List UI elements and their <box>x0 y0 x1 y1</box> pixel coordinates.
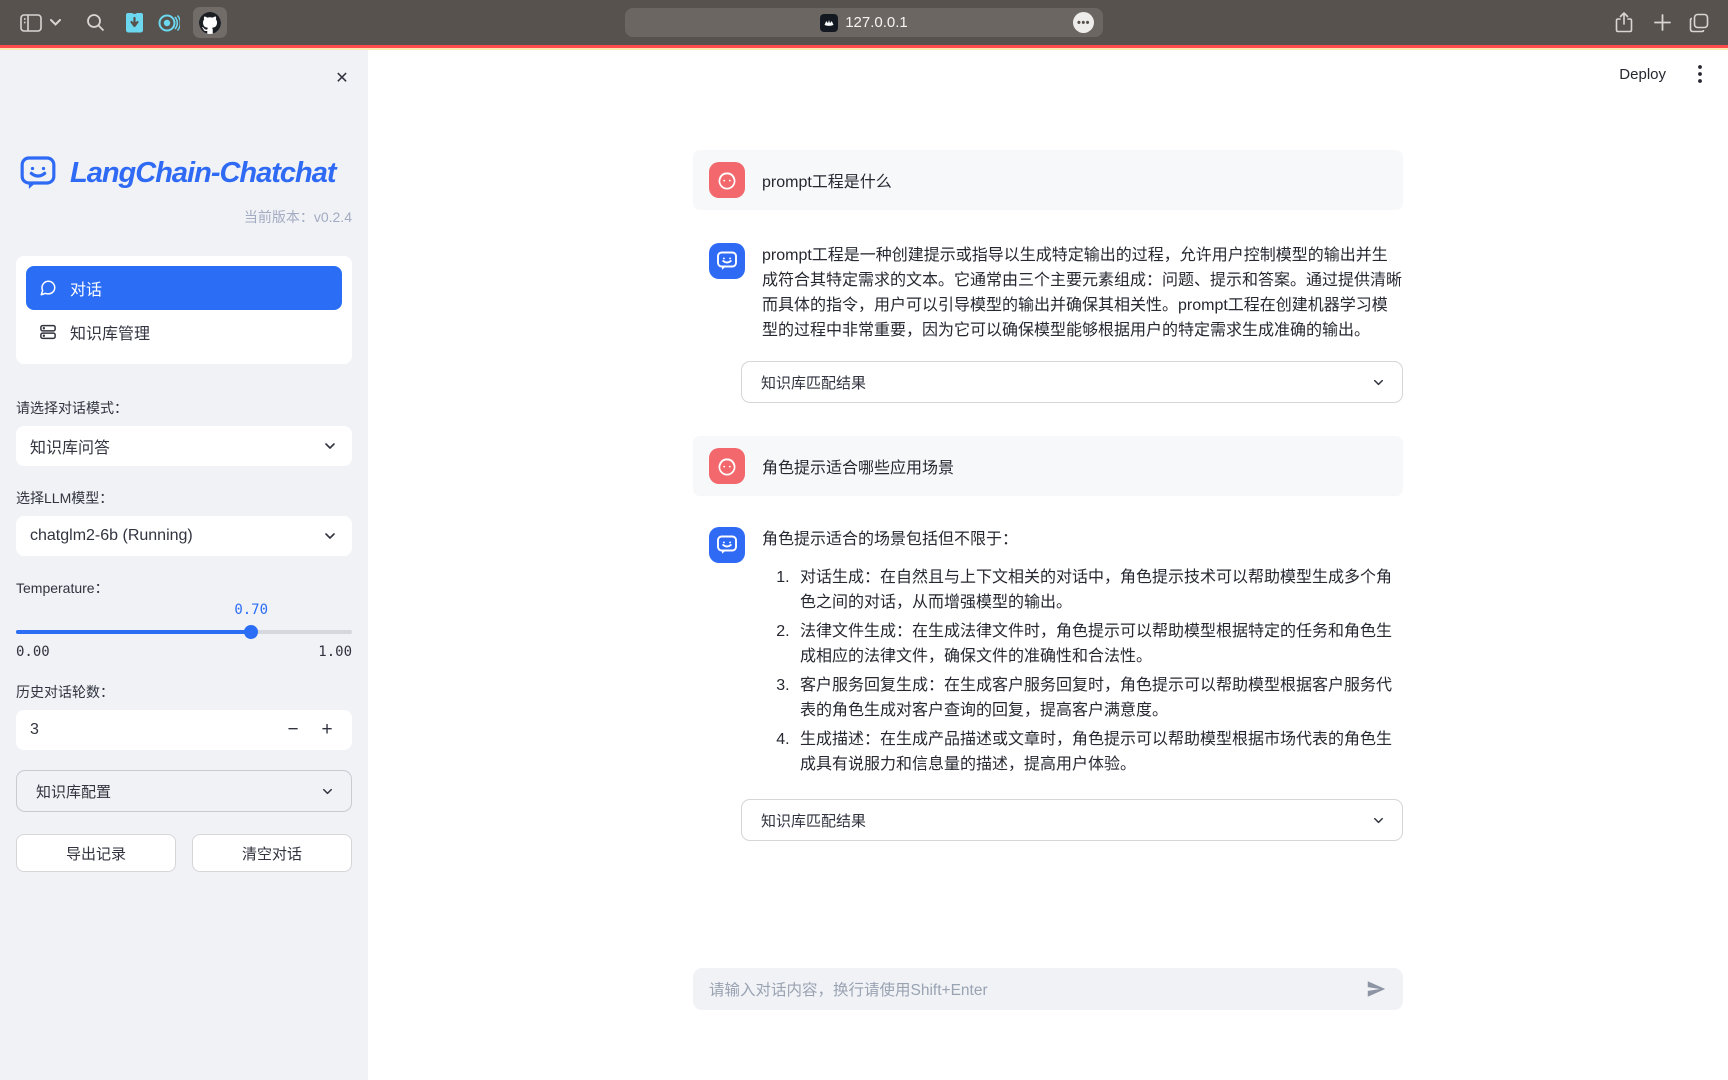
extension-circle-icon[interactable] <box>157 0 181 45</box>
chat-input[interactable]: 请输入对话内容，换行请使用Shift+Enter <box>693 968 1403 1010</box>
dialogue-mode-select[interactable]: 知识库问答 <box>16 426 352 466</box>
nav-item-label: 对话 <box>70 276 102 300</box>
kb-match-label: 知识库匹配结果 <box>761 810 1371 831</box>
export-records-button[interactable]: 导出记录 <box>16 834 176 872</box>
list-item: 生成描述：在生成产品描述或文章时，角色提示可以帮助模型根据市场代表的角色生成具有… <box>794 727 1403 777</box>
search-icon[interactable] <box>84 0 106 45</box>
nav-menu: 对话 知识库管理 <box>16 256 352 364</box>
temperature-label: Temperature： <box>16 578 352 598</box>
assistant-message: prompt工程是一种创建提示或指导以生成特定输出的过程，允许用户控制模型的输出… <box>693 243 1403 343</box>
kb-match-expander[interactable]: 知识库匹配结果 <box>741 361 1403 403</box>
llm-model-value: chatglm2-6b (Running) <box>30 527 322 545</box>
chat-input-placeholder: 请输入对话内容，换行请使用Shift+Enter <box>709 978 1363 1000</box>
kb-match-label: 知识库匹配结果 <box>761 372 1371 393</box>
kb-match-expander[interactable]: 知识库匹配结果 <box>741 799 1403 841</box>
browser-toolbar: 127.0.0.1 ••• <box>0 0 1728 45</box>
assistant-message-text: prompt工程是一种创建提示或指导以生成特定输出的过程，允许用户控制模型的输出… <box>762 243 1403 343</box>
chevron-down-icon[interactable] <box>48 0 62 45</box>
dialogue-mode-label: 请选择对话模式： <box>16 398 352 418</box>
kebab-menu-icon[interactable] <box>1688 62 1712 86</box>
version-text: 当前版本：v0.2.4 <box>16 207 352 227</box>
address-bar[interactable]: 127.0.0.1 ••• <box>625 8 1103 37</box>
user-message-text: prompt工程是什么 <box>762 168 892 192</box>
assistant-message: 角色提示适合的场景包括但不限于： 对话生成：在自然且与上下文相关的对话中，角色提… <box>693 527 1403 781</box>
list-item: 对话生成：在自然且与上下文相关的对话中，角色提示技术可以帮助模型生成多个角色之间… <box>794 565 1403 615</box>
user-message: prompt工程是什么 <box>693 150 1403 210</box>
chevron-down-icon <box>322 438 338 454</box>
user-avatar-icon <box>709 162 745 198</box>
history-rounds-label: 历史对话轮数： <box>16 682 352 702</box>
site-favicon <box>820 14 838 32</box>
slider-track[interactable] <box>16 630 352 634</box>
llm-model-label: 选择LLM模型： <box>16 488 352 508</box>
send-icon[interactable] <box>1363 976 1389 1002</box>
chevron-down-icon <box>1371 813 1386 828</box>
logo-chat-smiley-icon <box>16 153 60 193</box>
chevron-down-icon <box>322 528 338 544</box>
llm-model-select[interactable]: chatglm2-6b (Running) <box>16 516 352 556</box>
decrement-button[interactable]: − <box>276 713 310 747</box>
slider-thumb[interactable] <box>244 625 258 639</box>
share-icon[interactable] <box>1612 0 1636 45</box>
slider-max: 1.00 <box>318 644 352 660</box>
history-rounds-value: 3 <box>30 721 276 739</box>
extension-bookmark-icon[interactable] <box>122 0 146 45</box>
sidebar: ✕ LangChain-Chatchat 当前版本：v0.2.4 对话 知 <box>0 50 368 1080</box>
clear-dialogue-button[interactable]: 清空对话 <box>192 834 352 872</box>
kb-config-label: 知识库配置 <box>36 781 320 802</box>
sidebar-toggle-icon[interactable] <box>18 0 44 45</box>
list-item: 法律文件生成：在生成法律文件时，角色提示可以帮助模型根据特定的任务和角色生成相应… <box>794 619 1403 669</box>
chevron-down-icon <box>1371 375 1386 390</box>
nav-item-label: 知识库管理 <box>70 320 150 344</box>
main-area: Deploy prompt工程是什么 <box>368 50 1728 1080</box>
slider-fill <box>16 630 251 634</box>
dialogue-mode-value: 知识库问答 <box>30 434 322 458</box>
nav-item-knowledge-base[interactable]: 知识库管理 <box>26 310 342 354</box>
database-icon <box>39 323 57 341</box>
sidebar-close-icon[interactable]: ✕ <box>330 66 354 90</box>
logo-text: LangChain-Chatchat <box>70 157 336 190</box>
kb-config-expander[interactable]: 知识库配置 <box>16 770 352 812</box>
slider-min: 0.00 <box>16 644 50 660</box>
page-menu-ellipsis-icon[interactable]: ••• <box>1073 12 1094 33</box>
history-rounds-input[interactable]: 3 − + <box>16 710 352 750</box>
assistant-message-intro: 角色提示适合的场景包括但不限于： <box>762 527 1403 552</box>
github-tab-icon[interactable] <box>193 7 227 38</box>
user-avatar-icon <box>709 448 745 484</box>
increment-button[interactable]: + <box>310 713 344 747</box>
new-tab-plus-icon[interactable] <box>1650 0 1674 45</box>
user-message-text: 角色提示适合哪些应用场景 <box>762 454 954 478</box>
temperature-slider: 0.70 0.00 1.00 <box>16 602 352 658</box>
list-item: 客户服务回复生成：在生成客户服务回复时，角色提示可以帮助模型根据客户服务代表的角… <box>794 673 1403 723</box>
temperature-value: 0.70 <box>229 602 273 618</box>
chat-bubble-icon <box>39 279 57 297</box>
assistant-message-list: 对话生成：在自然且与上下文相关的对话中，角色提示技术可以帮助模型生成多个角色之间… <box>762 565 1403 777</box>
app-logo: LangChain-Chatchat <box>16 153 352 193</box>
chevron-down-icon <box>320 784 335 799</box>
nav-item-dialogue[interactable]: 对话 <box>26 266 342 310</box>
assistant-avatar-icon <box>709 527 745 563</box>
chat-history: prompt工程是什么 prompt工程是一种创建提示或指导以生成特定输出的过程… <box>693 150 1403 841</box>
url-text: 127.0.0.1 <box>845 14 908 31</box>
assistant-avatar-icon <box>709 243 745 279</box>
tab-overview-icon[interactable] <box>1686 0 1712 45</box>
deploy-button[interactable]: Deploy <box>1619 66 1666 83</box>
user-message: 角色提示适合哪些应用场景 <box>693 436 1403 496</box>
